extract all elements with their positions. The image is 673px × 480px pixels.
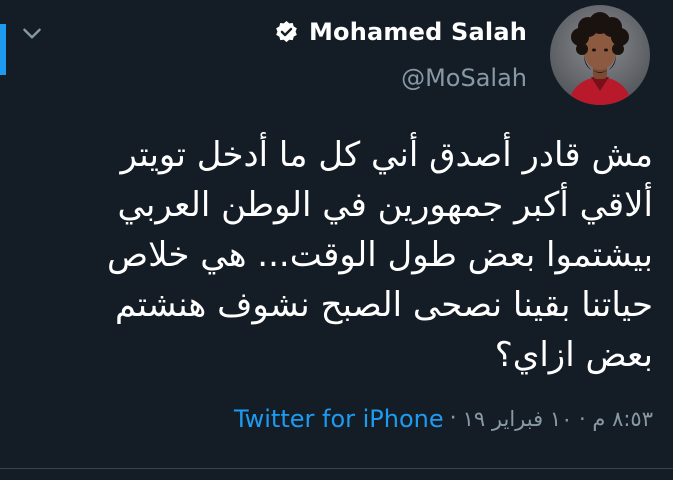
author-name: Mohamed Salah — [308, 18, 527, 46]
tweet-line: ألاقي أكبر جمهورين في الوطن العربي — [117, 185, 653, 225]
tweet-line: حياتنا بقينا نصحى الصبح نشوف هنشتم — [114, 285, 653, 325]
author-avatar[interactable] — [550, 5, 650, 105]
tweet-source-link[interactable]: Twitter for iPhone — [234, 401, 444, 437]
tweet-meta: Twitter for iPhone · ٨:٥٣ م · ١٠ فبراير … — [234, 401, 653, 437]
verified-badge-icon — [276, 20, 297, 42]
meta-separator: · — [449, 406, 457, 431]
tweet-timestamp[interactable]: ٨:٥٣ م · ١٠ فبراير ١٩ — [463, 401, 653, 437]
tweet-line: مش قادر أصدق أني كل ما أدخل تويتر — [120, 135, 653, 175]
tweet-line: بيشتموا بعض طول الوقت... هي خلاص — [107, 235, 653, 275]
author-handle: @MoSalah — [401, 64, 527, 92]
divider — [0, 468, 673, 469]
chevron-down-icon[interactable] — [19, 20, 45, 46]
tweet-text: مش قادر أصدق أني كل ما أدخل تويتر ألاقي … — [43, 130, 653, 380]
left-accent-bar — [0, 24, 6, 75]
tweet-author[interactable]: Mohamed Salah — [274, 17, 527, 47]
tweet-line: بعض ازاي؟ — [494, 335, 653, 375]
